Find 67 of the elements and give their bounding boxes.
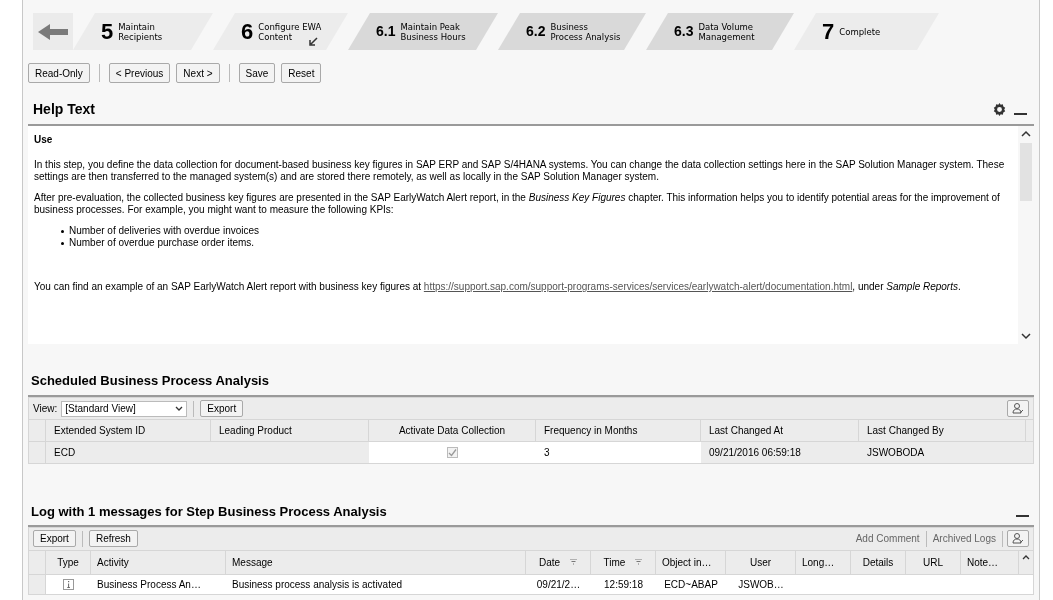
wizard-step[interactable]: 7 Complete: [794, 13, 939, 50]
toolbar-button[interactable]: Next >: [176, 63, 220, 83]
table-cell-text: ECD: [53, 446, 77, 460]
section-title: Scheduled Business Process Analysis: [31, 373, 269, 388]
help-paragraph: You can find an example of an SAP EarlyWatch Alert report with business key figures at https://support.sap.com/support-programs-services/services/earlywatch-alert/documentation.html, under Sample Reports.: [34, 281, 962, 293]
person-icon: [1012, 533, 1024, 544]
column-header[interactable]: Message: [226, 550, 526, 574]
column-header[interactable]: Date: [526, 550, 591, 574]
arrow-icon: [309, 37, 318, 46]
table-cell-text: 09/21/2016 06:59:18: [708, 446, 802, 460]
view-label: View:: [33, 402, 58, 416]
help-heading: Use: [34, 134, 54, 146]
scroll-up-icon[interactable]: [1021, 130, 1031, 137]
filter-icon[interactable]: [570, 559, 578, 565]
minimize-icon[interactable]: [1016, 514, 1029, 517]
help-paragraph: After pre-evaluation, the collected business key figures are presented in the SAP EarlyWatch Alert report, in the Business Key Figures chapter. This information helps you to identify potential areas for the improvement of business processes. For example, you might want to measure the following KPIs:: [34, 192, 1001, 216]
help-paragraph: In this step, you define the data collection for document-based business key figures in SAP ERP and SAP S/4HANA systems. You can change the data collection settings here in the SAP Solution Manager system. These settings are then transferred to the managed system(s) and are stored there remotely, as well as locally in the SAP Solution Manager system.: [34, 159, 1006, 183]
column-header[interactable]: Last Changed By: [859, 420, 1026, 441]
person-icon: [1012, 403, 1024, 414]
personalize-button[interactable]: [1007, 400, 1029, 417]
column-header[interactable]: Leading Product: [211, 420, 369, 441]
table-cell-text: 09/21/2…: [535, 577, 582, 592]
caret-icon: [175, 406, 184, 411]
table-cell-text: 12:59:18: [603, 577, 644, 592]
minimize-icon[interactable]: [1014, 112, 1027, 115]
back-button[interactable]: [33, 13, 73, 50]
scroll-down-icon[interactable]: [1021, 333, 1031, 340]
add-comment-button[interactable]: Add Comment: [853, 531, 922, 546]
section-title: Log with 1 messages for Step Business Process Analysis: [31, 503, 387, 521]
bullet-icon: [61, 242, 64, 245]
section-title: Help Text: [33, 100, 95, 119]
toolbar-button[interactable]: < Previous: [108, 63, 171, 83]
bullet-item: Number of deliveries with overdue invoices: [59, 225, 1012, 237]
export-button[interactable]: Export: [33, 530, 76, 547]
column-header[interactable]: Last Changed At: [701, 420, 859, 441]
column-header[interactable]: Activity: [91, 550, 226, 574]
toolbar-button[interactable]: Reset: [281, 63, 322, 83]
column-header[interactable]: URL: [906, 550, 961, 574]
refresh-button[interactable]: Refresh: [88, 530, 138, 547]
column-header[interactable]: User: [726, 550, 796, 574]
column-header[interactable]: Long…: [796, 550, 851, 574]
table-cell-text: ECD~ABAP: [663, 577, 719, 592]
column-header[interactable]: Details: [851, 550, 906, 574]
table-cell: 3: [536, 442, 701, 463]
column-header[interactable]: Activate Data Collection: [369, 420, 536, 441]
filter-icon[interactable]: [635, 559, 643, 565]
back-arrow-icon: [38, 23, 68, 40]
table-cell-text: JSWOBODA: [866, 446, 926, 460]
column-header[interactable]: Type: [46, 550, 91, 574]
settings-icon[interactable]: [993, 103, 1006, 116]
toolbar-button[interactable]: Read-Only: [28, 63, 90, 83]
info-icon: [63, 578, 74, 590]
column-header[interactable]: Time: [591, 550, 656, 574]
table-cell-text: JSWOB…: [737, 577, 785, 592]
column-header[interactable]: Frequency in Months: [536, 420, 701, 441]
toolbar-button[interactable]: Save: [238, 63, 276, 83]
view-dropdown[interactable]: [Standard View]: [61, 400, 188, 417]
column-header[interactable]: Object in…: [656, 550, 726, 574]
column-header[interactable]: Extended System ID: [46, 420, 211, 441]
table-cell-text: Business Process An…: [96, 577, 202, 592]
bullet-icon: [61, 230, 64, 233]
export-button[interactable]: Export: [200, 400, 244, 417]
bullet-item: Number of overdue purchase order items.: [59, 237, 1012, 249]
column-header[interactable]: Note…: [961, 550, 1019, 574]
personalize-button[interactable]: [1007, 530, 1029, 547]
archived-logs-button[interactable]: Archived Logs: [930, 531, 998, 546]
table-cell-text: Business process analysis is activated: [231, 577, 404, 592]
